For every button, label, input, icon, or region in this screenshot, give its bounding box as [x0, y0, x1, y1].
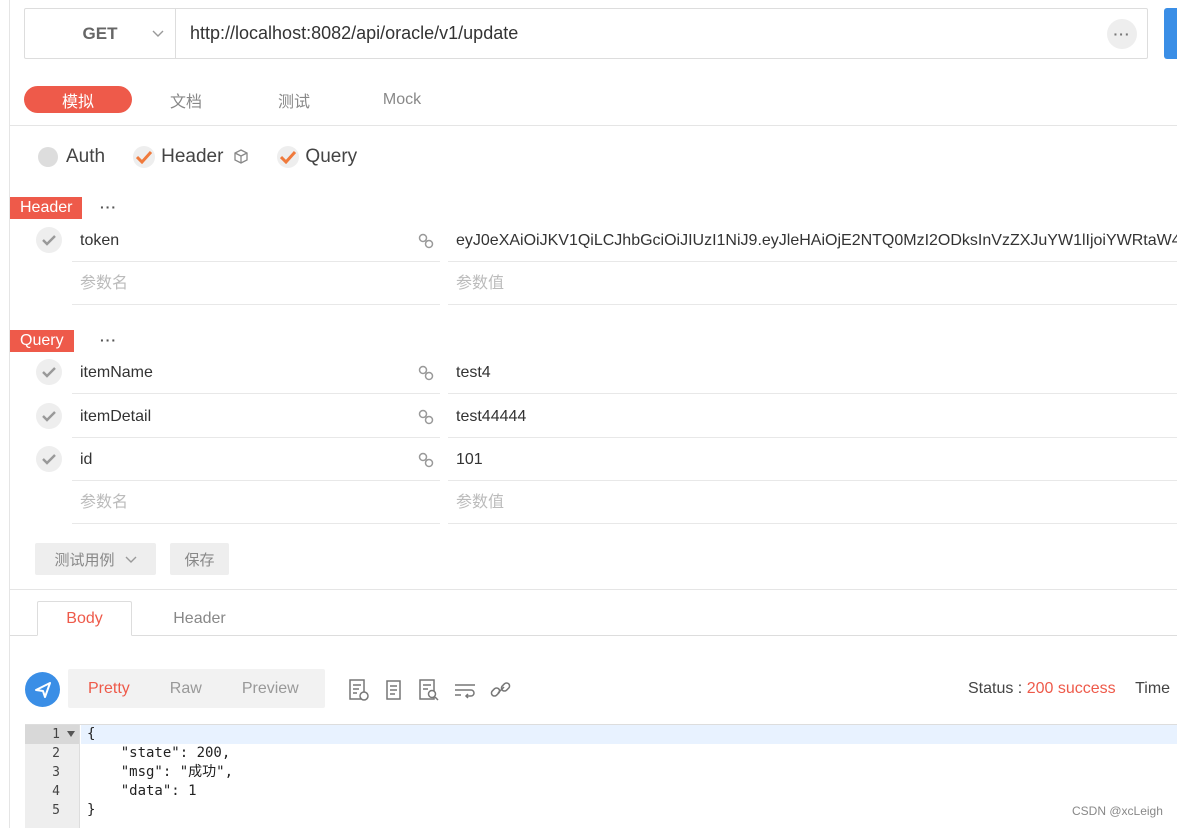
param-value[interactable]: test4 — [448, 351, 1177, 394]
url-input[interactable] — [176, 9, 1107, 58]
header-more-button[interactable]: ··· — [100, 199, 117, 215]
param-value[interactable]: eyJ0eXAiOiJKV1QiLCJhbGciOiJIUzI1NiJ9.eyJ… — [448, 219, 1177, 262]
line-gutter: 1 2 3 4 5 — [25, 725, 80, 828]
query-label: Query — [305, 146, 358, 167]
link-icon[interactable] — [418, 365, 434, 381]
wrap-icon[interactable] — [452, 678, 478, 702]
line-number: 2 — [52, 746, 60, 761]
mode-tabs: 模拟 文档 测试 Mock — [24, 86, 456, 113]
link-icon[interactable] — [418, 452, 434, 468]
cube-icon[interactable] — [233, 149, 249, 165]
send-icon[interactable] — [25, 672, 60, 707]
param-name[interactable]: itemName — [72, 351, 440, 394]
code-line: "state": 200, — [87, 745, 231, 761]
test-case-dropdown[interactable]: 测试用例 — [35, 543, 156, 575]
fold-arrow-icon[interactable] — [67, 731, 75, 737]
row-check-icon[interactable] — [36, 403, 62, 429]
param-value[interactable]: test44444 — [448, 395, 1177, 438]
header-label: Header — [161, 146, 224, 167]
line-number: 4 — [52, 784, 60, 799]
format-raw[interactable]: Raw — [150, 680, 222, 698]
time-label: Time — [1135, 680, 1171, 697]
param-value-placeholder[interactable]: 参数值 — [448, 262, 1177, 305]
code-line: "data": 1 — [87, 783, 197, 799]
param-name-placeholder[interactable]: 参数名 — [72, 481, 440, 524]
param-name[interactable]: id — [72, 438, 440, 481]
row-check-icon[interactable] — [36, 446, 62, 472]
check-icon — [133, 146, 156, 168]
tab-test[interactable]: 测试 — [240, 86, 348, 113]
divider — [10, 125, 1177, 126]
header-row-new: 参数名 参数值 — [34, 262, 1177, 305]
format-preview[interactable]: Preview — [222, 680, 319, 698]
param-name-placeholder[interactable]: 参数名 — [72, 262, 440, 305]
api-test-panel: GET ··· 模拟 文档 测试 Mock Auth Header Query … — [9, 0, 1177, 828]
response-toolbar — [347, 678, 524, 702]
test-case-label: 测试用例 — [54, 551, 115, 569]
line-number: 3 — [52, 765, 60, 780]
row-check-icon[interactable] — [36, 359, 62, 385]
param-name[interactable]: token — [72, 219, 440, 262]
auth-label: Auth — [66, 146, 106, 167]
tab-docs[interactable]: 文档 — [132, 86, 240, 113]
query-more-button[interactable]: ··· — [100, 332, 117, 348]
row-check-icon[interactable] — [36, 227, 62, 253]
format-pretty[interactable]: Pretty — [68, 680, 150, 698]
divider — [10, 589, 1177, 590]
request-bar: GET ··· — [24, 8, 1148, 59]
more-options-button[interactable]: ··· — [1107, 18, 1137, 49]
tab-simulate[interactable]: 模拟 — [24, 86, 132, 113]
send-button[interactable] — [1164, 8, 1177, 59]
radio-off-icon — [38, 147, 58, 167]
line-number: 5 — [52, 803, 60, 818]
response-tab-body[interactable]: Body — [37, 601, 132, 636]
code-lines: { "state": 200, "msg": "成功", "data": 1 } — [81, 725, 1177, 820]
query-row: id 101 — [34, 438, 1177, 481]
header-row-token: token eyJ0eXAiOiJKV1QiLCJhbGciOiJIUzI1Ni… — [34, 219, 1177, 262]
query-section-label: Query — [10, 330, 74, 352]
status-label: Status : — [968, 680, 1027, 697]
format-document-icon[interactable] — [347, 678, 371, 702]
link-icon[interactable] — [489, 678, 513, 702]
response-status: Status : 200 success Time — [968, 680, 1170, 698]
link-icon[interactable] — [418, 409, 434, 425]
status-value: 200 success — [1026, 680, 1116, 697]
method-label: GET — [82, 23, 118, 43]
response-tab-header[interactable]: Header — [152, 601, 247, 636]
param-name[interactable]: itemDetail — [72, 395, 440, 438]
link-icon[interactable] — [418, 233, 434, 249]
param-value[interactable]: 101 — [448, 438, 1177, 481]
param-toggles: Auth Header Query — [38, 146, 385, 168]
search-document-icon[interactable] — [417, 678, 441, 702]
header-section-label: Header — [10, 197, 83, 219]
method-select[interactable]: GET — [25, 9, 176, 58]
copy-icon[interactable] — [382, 678, 406, 702]
chevron-down-icon — [125, 556, 136, 563]
param-value-placeholder[interactable]: 参数值 — [448, 481, 1177, 524]
save-button[interactable]: 保存 — [170, 543, 229, 575]
format-tabs: Pretty Raw Preview — [68, 669, 325, 708]
code-line: "msg": "成功", — [87, 764, 234, 780]
check-icon — [277, 146, 300, 168]
header-toggle[interactable]: Header — [133, 146, 249, 168]
query-row-new: 参数名 参数值 — [34, 481, 1177, 524]
query-row: itemName test4 — [34, 351, 1177, 394]
code-line: } — [87, 802, 96, 818]
response-body-editor[interactable]: 1 2 3 4 5 { "state": 200, "msg": "成功", "… — [25, 724, 1177, 828]
watermark: CSDN @xcLeigh — [1072, 804, 1163, 818]
tab-mock[interactable]: Mock — [348, 86, 456, 113]
query-toggle[interactable]: Query — [277, 146, 357, 168]
more-options-label: ··· — [1113, 25, 1131, 42]
auth-toggle[interactable]: Auth — [38, 146, 105, 168]
code-line: { — [81, 725, 1177, 744]
divider — [10, 635, 1177, 636]
query-row: itemDetail test44444 — [34, 395, 1177, 438]
chevron-down-icon — [152, 30, 164, 37]
